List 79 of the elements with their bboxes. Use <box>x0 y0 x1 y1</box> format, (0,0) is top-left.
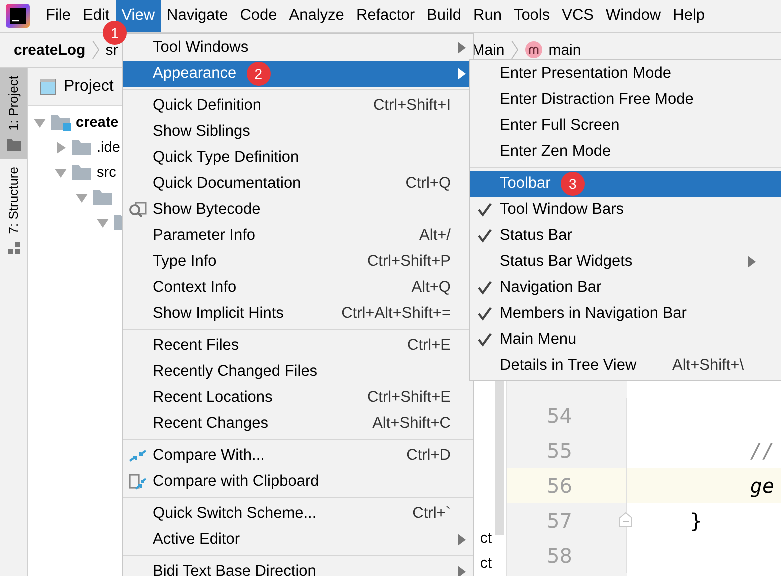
menu-bar-item[interactable]: Code <box>234 0 284 32</box>
folder-icon <box>72 164 92 181</box>
menu-item[interactable]: Active Editor <box>123 527 473 553</box>
line-number: 58 <box>547 544 572 568</box>
menu-item[interactable]: Show Implicit Hints Ctrl+Alt+Shift+= <box>123 301 473 327</box>
menu-item[interactable]: Recent Changes Alt+Shift+C <box>123 411 473 437</box>
line-number: 55 <box>547 438 572 462</box>
menu-bar-item[interactable]: File <box>40 0 77 32</box>
folder-icon <box>6 138 20 151</box>
menu-bar-item[interactable]: View <box>116 0 162 32</box>
folder-icon <box>72 139 92 156</box>
fold-icon[interactable] <box>619 512 633 528</box>
menu-bar-item[interactable]: Help <box>667 0 712 32</box>
menu-item[interactable]: Quick Documentation Ctrl+Q <box>123 171 473 197</box>
tree-item-text: ct <box>480 530 492 547</box>
breadcrumb[interactable]: createLog <box>14 42 86 58</box>
menu-item[interactable]: Enter Full Screen <box>470 113 781 139</box>
side-tab[interactable]: 7: Structure <box>0 158 27 262</box>
menu-item[interactable]: Toolbar 3 <box>470 171 781 197</box>
menu-item[interactable]: Status Bar Widgets <box>470 249 781 275</box>
tree-item[interactable]: create <box>34 110 119 135</box>
menu-bar-item[interactable]: Build <box>421 0 468 32</box>
folder-icon <box>51 114 71 131</box>
menu-bar-item[interactable]: Refactor <box>350 0 422 32</box>
side-tab[interactable]: 1: Project <box>0 68 27 159</box>
menu-item[interactable]: Recent Locations Ctrl+Shift+E <box>123 385 473 411</box>
menu-item[interactable]: Bidi Text Base Direction <box>123 559 473 576</box>
line-number: 54 <box>547 404 572 428</box>
menu-item[interactable]: Quick Type Definition <box>123 145 473 171</box>
panel-title[interactable]: Project <box>64 78 114 96</box>
menu-item[interactable]: Members in Navigation Bar <box>470 301 781 327</box>
menu-item[interactable]: Context Info Alt+Q <box>123 275 473 301</box>
menu-bar-item[interactable]: Run <box>468 0 508 32</box>
menu-item[interactable]: Parameter Info Alt+/ <box>123 223 473 249</box>
step-badge: 1 <box>103 21 127 45</box>
structure-icon <box>8 242 20 254</box>
line-number: 57 <box>547 508 572 532</box>
breadcrumb[interactable]: Main <box>472 42 505 58</box>
menu-item[interactable]: Details in Tree View Alt+Shift+\ <box>470 353 781 379</box>
tree-item[interactable]: .ide <box>55 135 120 160</box>
chevron-icon <box>510 40 519 60</box>
code-text: } <box>689 508 702 532</box>
menu-bar-item[interactable]: Analyze <box>283 0 350 32</box>
menu-bar-item[interactable]: VCS <box>556 0 600 32</box>
menu-item[interactable]: Tool Window Bars <box>470 197 781 223</box>
step-badge: 2 <box>246 62 271 86</box>
menu-item[interactable]: Enter Distraction Free Mode <box>470 87 781 113</box>
menu-item[interactable]: Recently Changed Files <box>123 359 473 385</box>
menu-item[interactable]: Enter Presentation Mode <box>470 61 781 87</box>
breadcrumb[interactable]: main <box>548 42 582 58</box>
arrows-icon <box>129 448 147 464</box>
search-icon <box>129 202 147 218</box>
menu-item[interactable]: Status Bar <box>470 223 781 249</box>
menu-item[interactable]: Compare with Clipboard <box>123 469 473 495</box>
menu-item[interactable]: Type Info Ctrl+Shift+P <box>123 249 473 275</box>
menu-bar-item[interactable]: Window <box>600 0 668 32</box>
code-text: ge <box>749 474 774 498</box>
menu-item[interactable]: Main Menu <box>470 327 781 353</box>
tree-item[interactable]: src <box>55 160 116 185</box>
folder-icon <box>93 189 113 206</box>
window-icon <box>40 78 56 94</box>
line-number: 56 <box>547 474 572 498</box>
menu-bar-item[interactable]: Navigate <box>161 0 234 32</box>
code-text: // <box>749 438 774 462</box>
chevron-icon <box>92 40 100 60</box>
menu-item[interactable]: Show Siblings <box>123 119 473 145</box>
clipboard-arrows-icon <box>129 473 147 491</box>
menu-item[interactable]: Quick Switch Scheme... Ctrl+` <box>123 501 473 527</box>
menu-item[interactable]: Recent Files Ctrl+E <box>123 333 473 359</box>
app-logo-icon <box>6 4 30 28</box>
menu-bar-item[interactable]: Tools <box>508 0 556 32</box>
scrollbar[interactable] <box>495 379 504 535</box>
menu-item[interactable]: Navigation Bar <box>470 275 781 301</box>
step-badge: 3 <box>560 172 585 196</box>
menu-item[interactable]: Show Bytecode <box>123 197 473 223</box>
tree-item-text: ct <box>480 555 492 572</box>
menu-item[interactable]: Enter Zen Mode <box>470 139 781 165</box>
menu-item[interactable]: Quick Definition Ctrl+Shift+I <box>123 93 473 119</box>
menu-item[interactable]: Compare With... Ctrl+D <box>123 443 473 469</box>
